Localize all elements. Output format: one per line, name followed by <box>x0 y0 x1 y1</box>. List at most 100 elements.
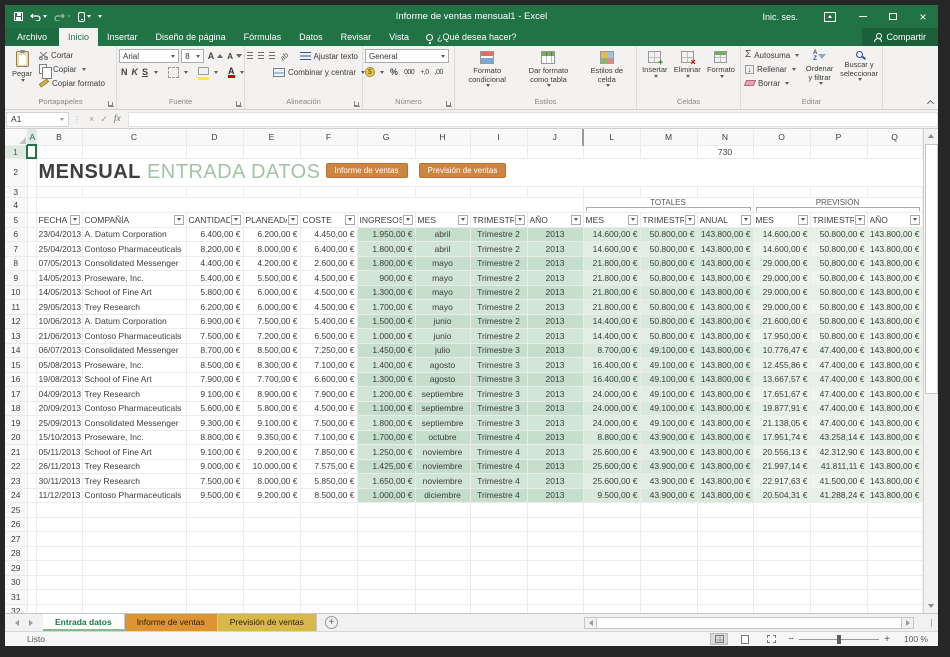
bold-button[interactable]: N <box>121 67 128 77</box>
cell[interactable] <box>82 575 187 590</box>
cell[interactable]: 7.500,00 € <box>243 314 301 329</box>
cell[interactable] <box>640 145 698 159</box>
cell-n1[interactable]: 730 <box>697 145 754 159</box>
scroll-right-icon[interactable] <box>901 617 914 629</box>
cell[interactable]: Consolidated Messenger <box>82 415 187 431</box>
row-header-28[interactable]: 28 <box>5 546 28 561</box>
cell[interactable] <box>243 517 301 532</box>
cell[interactable]: 05/11/2013 <box>36 444 83 460</box>
cell[interactable]: School of Fine Art <box>82 285 187 300</box>
filter-button[interactable] <box>287 214 298 225</box>
sort-filter-button[interactable]: AZ Ordenar y filtrar <box>801 48 838 97</box>
cell[interactable] <box>867 531 923 547</box>
filter-button[interactable] <box>514 214 525 225</box>
cell[interactable]: mayo <box>415 270 471 286</box>
row-header-9[interactable]: 9 <box>5 270 28 286</box>
cell[interactable]: Trimestre 4 <box>470 444 528 460</box>
cell[interactable] <box>36 531 83 547</box>
cell[interactable]: 50.800,00 € <box>810 285 868 300</box>
cell[interactable]: noviembre <box>415 459 471 474</box>
cell[interactable]: 143.800,00 € <box>697 415 754 431</box>
cell[interactable]: 143.800,00 € <box>697 227 754 242</box>
cell[interactable]: Trimestre 2 <box>470 328 528 344</box>
cell[interactable]: 50.800,00 € <box>640 241 698 257</box>
cell[interactable]: 25/04/2013 <box>36 241 83 257</box>
cell[interactable]: Trimestre 3 <box>470 343 528 358</box>
cell[interactable] <box>470 546 528 561</box>
align-bottom-button[interactable] <box>269 52 276 60</box>
cell[interactable]: School of Fine Art <box>82 372 187 387</box>
cell[interactable]: 2013 <box>527 241 584 257</box>
row-header-30[interactable]: 30 <box>5 575 28 590</box>
cell[interactable] <box>640 531 698 547</box>
cell[interactable] <box>697 502 754 518</box>
cell[interactable]: 143.800,00 € <box>697 444 754 460</box>
cell[interactable] <box>640 575 698 590</box>
cell[interactable] <box>243 531 301 547</box>
cell[interactable] <box>697 531 754 547</box>
cell[interactable]: 8.200,00 € <box>186 241 244 257</box>
cell[interactable]: 7.500,00 € <box>300 415 358 431</box>
row-header-27[interactable]: 27 <box>5 531 28 547</box>
cell-a19[interactable] <box>27 415 37 431</box>
cell-a10[interactable] <box>27 285 37 300</box>
cell[interactable]: 50.800,00 € <box>640 328 698 344</box>
cell[interactable]: 7.250,00 € <box>300 343 358 358</box>
cell-a11[interactable] <box>27 299 37 315</box>
alignment-dialog-launcher-icon[interactable] <box>354 101 360 107</box>
cell[interactable] <box>753 560 811 576</box>
cell[interactable] <box>36 589 83 605</box>
cell[interactable]: 5.800,00 € <box>186 285 244 300</box>
cell-a3[interactable] <box>27 186 37 198</box>
cell[interactable]: 143.800,00 € <box>697 459 754 474</box>
filter-button[interactable] <box>570 214 581 225</box>
cell[interactable]: Contoso Pharmaceuticals <box>82 401 187 416</box>
cell[interactable]: 47.400,00 € <box>810 386 868 402</box>
cell[interactable] <box>36 560 83 576</box>
cell[interactable] <box>697 560 754 576</box>
cell[interactable] <box>36 517 83 532</box>
cell[interactable]: 143.800,00 € <box>697 430 754 445</box>
cell[interactable]: 4.500,00 € <box>300 299 358 315</box>
cell[interactable]: 143.800,00 € <box>867 459 923 474</box>
row-header-16[interactable]: 16 <box>5 372 28 387</box>
row-header-22[interactable]: 22 <box>5 459 28 474</box>
cell[interactable]: 9.200,00 € <box>243 488 301 503</box>
cell[interactable]: 143.800,00 € <box>697 386 754 402</box>
cell[interactable]: 19/08/2013 <box>36 372 83 387</box>
cell-a2[interactable] <box>27 158 37 187</box>
previous-sheet-icon[interactable] <box>15 619 19 626</box>
cell[interactable] <box>186 145 244 159</box>
cell[interactable]: 9.100,00 € <box>186 386 244 402</box>
cell[interactable]: septiembre <box>415 415 471 431</box>
cell[interactable]: 1.000,00 € <box>357 488 416 503</box>
cell[interactable] <box>697 186 754 198</box>
cell[interactable]: 42.312,90 € <box>810 444 868 460</box>
cell-a9[interactable] <box>27 270 37 286</box>
cell[interactable] <box>470 517 528 532</box>
cell[interactable] <box>470 186 528 198</box>
cell[interactable]: 43.900,00 € <box>640 444 698 460</box>
clipboard-dialog-launcher-icon[interactable] <box>108 101 114 107</box>
row-header-11[interactable]: 11 <box>5 299 28 315</box>
cell[interactable]: 143.800,00 € <box>867 401 923 416</box>
cell-a20[interactable] <box>27 430 37 445</box>
row-header-7[interactable]: 7 <box>5 241 28 257</box>
cell[interactable] <box>357 531 416 547</box>
cell[interactable] <box>82 546 187 561</box>
filter-button[interactable] <box>230 214 241 225</box>
cell-a29[interactable] <box>27 560 37 576</box>
cell[interactable]: 06/07/2013 <box>36 343 83 358</box>
cell[interactable] <box>810 560 868 576</box>
cell[interactable]: 9.100,00 € <box>243 415 301 431</box>
cell[interactable]: diciembre <box>415 488 471 503</box>
cell[interactable]: julio <box>415 343 471 358</box>
table-header-trimestre-13[interactable]: TRIMESTRE <box>810 212 868 228</box>
cell[interactable]: 47.400,00 € <box>810 343 868 358</box>
cell-a23[interactable] <box>27 473 37 489</box>
cell[interactable]: 4.400,00 € <box>186 256 244 271</box>
share-button[interactable]: Compartir <box>862 28 938 46</box>
cell[interactable]: 1.800,00 € <box>357 415 416 431</box>
cell[interactable]: 21.800,00 € <box>583 299 641 315</box>
filter-button[interactable] <box>344 214 355 225</box>
